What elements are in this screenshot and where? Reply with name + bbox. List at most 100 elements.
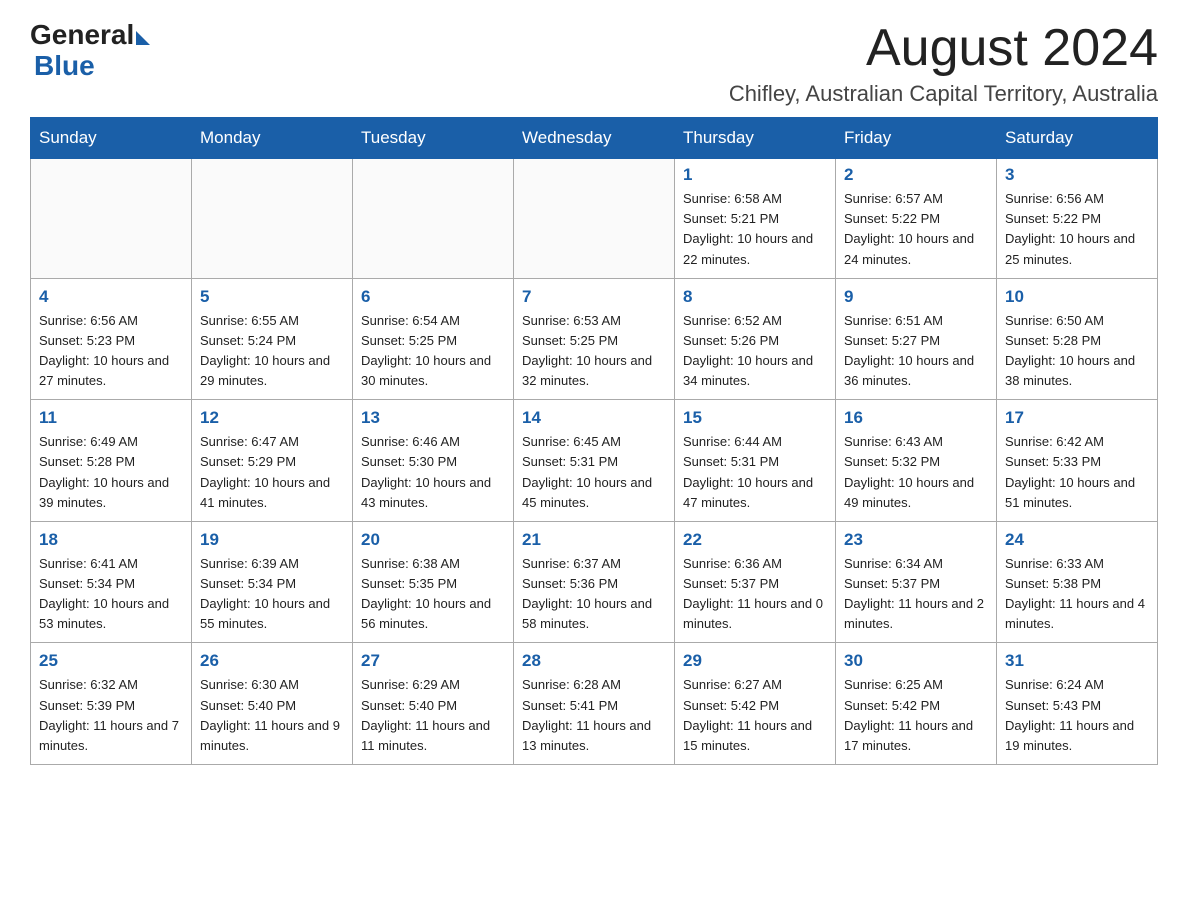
day-info: Sunrise: 6:37 AM Sunset: 5:36 PM Dayligh… [522, 554, 666, 635]
calendar-header-thursday: Thursday [675, 118, 836, 159]
day-number: 16 [844, 408, 988, 428]
day-number: 29 [683, 651, 827, 671]
day-number: 26 [200, 651, 344, 671]
calendar-cell: 3 Sunrise: 6:56 AM Sunset: 5:22 PM Daylig… [997, 159, 1158, 279]
day-number: 10 [1005, 287, 1149, 307]
calendar-cell: 22 Sunrise: 6:36 AM Sunset: 5:37 PM Dayli… [675, 521, 836, 643]
calendar-cell: 9Sunrise: 6:51 AM Sunset: 5:27 PM Daylig… [836, 278, 997, 400]
day-info: Sunrise: 6:53 AM Sunset: 5:25 PM Dayligh… [522, 311, 666, 392]
day-info: Sunrise: 6:56 AM Sunset: 5:22 PM Dayligh… [1005, 189, 1149, 270]
day-info: Sunrise: 6:36 AM Sunset: 5:37 PM Dayligh… [683, 554, 827, 635]
calendar-header-friday: Friday [836, 118, 997, 159]
day-info: Sunrise: 6:28 AM Sunset: 5:41 PM Dayligh… [522, 675, 666, 756]
day-number: 28 [522, 651, 666, 671]
calendar-cell: 15 Sunrise: 6:44 AM Sunset: 5:31 PM Dayli… [675, 400, 836, 522]
calendar-cell: 24Sunrise: 6:33 AM Sunset: 5:38 PM Dayli… [997, 521, 1158, 643]
day-info: Sunrise: 6:45 AM Sunset: 5:31 PM Dayligh… [522, 432, 666, 513]
day-number: 15 [683, 408, 827, 428]
day-number: 13 [361, 408, 505, 428]
day-number: 19 [200, 530, 344, 550]
calendar-header-saturday: Saturday [997, 118, 1158, 159]
calendar-cell: 8Sunrise: 6:52 AM Sunset: 5:26 PM Daylig… [675, 278, 836, 400]
calendar-cell: 20 Sunrise: 6:38 AM Sunset: 5:35 PM Dayli… [353, 521, 514, 643]
calendar-cell: 12Sunrise: 6:47 AM Sunset: 5:29 PM Dayli… [192, 400, 353, 522]
day-info: Sunrise: 6:30 AM Sunset: 5:40 PM Dayligh… [200, 675, 344, 756]
day-number: 11 [39, 408, 183, 428]
day-info: Sunrise: 6:29 AM Sunset: 5:40 PM Dayligh… [361, 675, 505, 756]
calendar-cell: 26 Sunrise: 6:30 AM Sunset: 5:40 PM Dayli… [192, 643, 353, 765]
day-info: Sunrise: 6:39 AM Sunset: 5:34 PM Dayligh… [200, 554, 344, 635]
header: General Blue August 2024 Chifley, Austra… [30, 20, 1158, 107]
calendar-cell: 11 Sunrise: 6:49 AM Sunset: 5:28 PM Dayli… [31, 400, 192, 522]
calendar-cell: 23 Sunrise: 6:34 AM Sunset: 5:37 PM Dayli… [836, 521, 997, 643]
day-info: Sunrise: 6:46 AM Sunset: 5:30 PM Dayligh… [361, 432, 505, 513]
calendar-header-tuesday: Tuesday [353, 118, 514, 159]
calendar-cell: 1 Sunrise: 6:58 AM Sunset: 5:21 PM Daylig… [675, 159, 836, 279]
calendar-table: SundayMondayTuesdayWednesdayThursdayFrid… [30, 117, 1158, 765]
logo-blue: Blue [34, 51, 150, 82]
calendar-cell: 2 Sunrise: 6:57 AM Sunset: 5:22 PM Daylig… [836, 159, 997, 279]
day-info: Sunrise: 6:51 AM Sunset: 5:27 PM Dayligh… [844, 311, 988, 392]
calendar-header-row: SundayMondayTuesdayWednesdayThursdayFrid… [31, 118, 1158, 159]
day-number: 18 [39, 530, 183, 550]
day-info: Sunrise: 6:42 AM Sunset: 5:33 PM Dayligh… [1005, 432, 1149, 513]
title-area: August 2024 Chifley, Australian Capital … [729, 20, 1158, 107]
calendar-cell: 31 Sunrise: 6:24 AM Sunset: 5:43 PM Dayli… [997, 643, 1158, 765]
calendar-cell: 25 Sunrise: 6:32 AM Sunset: 5:39 PM Dayli… [31, 643, 192, 765]
day-info: Sunrise: 6:25 AM Sunset: 5:42 PM Dayligh… [844, 675, 988, 756]
day-number: 6 [361, 287, 505, 307]
calendar-week-row: 4 Sunrise: 6:56 AM Sunset: 5:23 PM Daylig… [31, 278, 1158, 400]
calendar-header-wednesday: Wednesday [514, 118, 675, 159]
day-number: 25 [39, 651, 183, 671]
day-number: 23 [844, 530, 988, 550]
calendar-header-monday: Monday [192, 118, 353, 159]
day-number: 1 [683, 165, 827, 185]
day-number: 8 [683, 287, 827, 307]
day-number: 21 [522, 530, 666, 550]
calendar-week-row: 1 Sunrise: 6:58 AM Sunset: 5:21 PM Daylig… [31, 159, 1158, 279]
day-info: Sunrise: 6:32 AM Sunset: 5:39 PM Dayligh… [39, 675, 183, 756]
day-number: 3 [1005, 165, 1149, 185]
day-number: 20 [361, 530, 505, 550]
day-info: Sunrise: 6:38 AM Sunset: 5:35 PM Dayligh… [361, 554, 505, 635]
day-number: 4 [39, 287, 183, 307]
day-info: Sunrise: 6:24 AM Sunset: 5:43 PM Dayligh… [1005, 675, 1149, 756]
calendar-cell: 16Sunrise: 6:43 AM Sunset: 5:32 PM Dayli… [836, 400, 997, 522]
calendar-cell [514, 159, 675, 279]
day-info: Sunrise: 6:34 AM Sunset: 5:37 PM Dayligh… [844, 554, 988, 635]
month-year-title: August 2024 [729, 20, 1158, 77]
day-info: Sunrise: 6:58 AM Sunset: 5:21 PM Dayligh… [683, 189, 827, 270]
day-info: Sunrise: 6:56 AM Sunset: 5:23 PM Dayligh… [39, 311, 183, 392]
calendar-cell: 18Sunrise: 6:41 AM Sunset: 5:34 PM Dayli… [31, 521, 192, 643]
day-number: 22 [683, 530, 827, 550]
location-subtitle: Chifley, Australian Capital Territory, A… [729, 81, 1158, 107]
day-info: Sunrise: 6:27 AM Sunset: 5:42 PM Dayligh… [683, 675, 827, 756]
day-number: 5 [200, 287, 344, 307]
day-info: Sunrise: 6:47 AM Sunset: 5:29 PM Dayligh… [200, 432, 344, 513]
day-info: Sunrise: 6:54 AM Sunset: 5:25 PM Dayligh… [361, 311, 505, 392]
calendar-cell: 14Sunrise: 6:45 AM Sunset: 5:31 PM Dayli… [514, 400, 675, 522]
day-info: Sunrise: 6:57 AM Sunset: 5:22 PM Dayligh… [844, 189, 988, 270]
day-info: Sunrise: 6:49 AM Sunset: 5:28 PM Dayligh… [39, 432, 183, 513]
calendar-cell: 10 Sunrise: 6:50 AM Sunset: 5:28 PM Dayli… [997, 278, 1158, 400]
day-number: 31 [1005, 651, 1149, 671]
day-number: 2 [844, 165, 988, 185]
calendar-week-row: 25 Sunrise: 6:32 AM Sunset: 5:39 PM Dayli… [31, 643, 1158, 765]
calendar-cell: 19 Sunrise: 6:39 AM Sunset: 5:34 PM Dayli… [192, 521, 353, 643]
day-number: 17 [1005, 408, 1149, 428]
calendar-cell: 28 Sunrise: 6:28 AM Sunset: 5:41 PM Dayli… [514, 643, 675, 765]
calendar-cell: 7Sunrise: 6:53 AM Sunset: 5:25 PM Daylig… [514, 278, 675, 400]
logo: General Blue [30, 20, 150, 82]
day-number: 30 [844, 651, 988, 671]
day-info: Sunrise: 6:50 AM Sunset: 5:28 PM Dayligh… [1005, 311, 1149, 392]
day-number: 27 [361, 651, 505, 671]
calendar-cell [192, 159, 353, 279]
calendar-cell: 17 Sunrise: 6:42 AM Sunset: 5:33 PM Dayli… [997, 400, 1158, 522]
calendar-cell [353, 159, 514, 279]
calendar-cell: 4 Sunrise: 6:56 AM Sunset: 5:23 PM Daylig… [31, 278, 192, 400]
calendar-cell [31, 159, 192, 279]
logo-triangle-icon [136, 31, 150, 45]
day-info: Sunrise: 6:33 AM Sunset: 5:38 PM Dayligh… [1005, 554, 1149, 635]
calendar-header-sunday: Sunday [31, 118, 192, 159]
day-info: Sunrise: 6:44 AM Sunset: 5:31 PM Dayligh… [683, 432, 827, 513]
